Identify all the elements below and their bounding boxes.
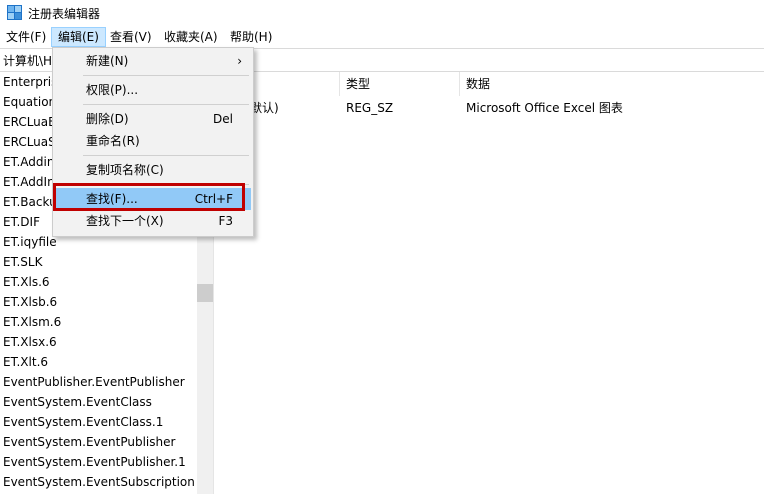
menu-item-shortcut: Del [213,112,233,126]
scrollbar-thumb[interactable] [197,284,213,302]
menu-item-find-next[interactable]: 查找下一个(X) F3 [55,210,251,232]
menu-item-label: 删除(D) [86,112,129,126]
value-data: Microsoft Office Excel 图表 [466,101,623,115]
tree-item[interactable]: ET.Addin [3,152,54,172]
tree-item[interactable]: ET.Xlsb.6 [3,292,57,312]
menu-file[interactable]: 文件(F) [0,28,52,46]
menu-separator [83,75,249,76]
tree-item[interactable]: ET.AddIn [3,172,55,192]
menu-item-label: 查找下一个(X) [86,214,164,228]
tree-item[interactable]: Equation [3,92,56,112]
value-type: REG_SZ [346,101,394,115]
submenu-arrow-icon: › [237,54,242,68]
value-name[interactable]: 默认) [250,98,279,118]
menu-item-shortcut: F3 [218,214,233,228]
menu-separator [83,104,249,105]
menu-item-new[interactable]: 新建(N) › [55,50,251,72]
annotation-highlight-box [53,183,245,211]
column-header-data[interactable]: 数据 [460,72,764,96]
menu-item-copy-key-name[interactable]: 复制项名称(C) [55,159,251,181]
menu-view[interactable]: 查看(V) [104,28,158,46]
tree-item[interactable]: EventSystem.EventSubscription [3,472,195,492]
tree-item[interactable]: EventSystem.EventPublisher.1 [3,452,186,472]
tree-item[interactable]: Enterpris [3,72,57,92]
tree-item[interactable]: EventSystem.EventClass [3,392,152,412]
tree-item[interactable]: ET.Xlsm.6 [3,312,61,332]
tree-item[interactable]: ERCLuaS [3,132,56,152]
menu-item-delete[interactable]: 删除(D) Del [55,108,251,130]
tree-item[interactable]: ET.Xls.6 [3,272,50,292]
menu-item-label: 重命名(R) [86,134,140,148]
tree-item[interactable]: ET.SLK [3,252,42,272]
address-path[interactable]: 计算机\H [3,52,52,69]
tree-item[interactable]: ERCLuaE [3,112,56,132]
menu-item-label: 新建(N) [86,54,129,68]
column-header-type[interactable]: 类型 [340,72,460,96]
values-list[interactable]: 类型 数据 默认) REG_SZ Microsoft Office Excel … [218,72,764,494]
menu-item-label: 复制项名称(C) [86,163,164,177]
menu-help[interactable]: 帮助(H) [224,28,278,46]
title-bar: 注册表编辑器 [0,0,764,26]
registry-editor-icon [7,5,22,20]
tree-item[interactable]: EventPublisher.EventPublisher [3,372,185,392]
menu-bar: 文件(F) 编辑(E) 查看(V) 收藏夹(A) 帮助(H) [0,26,764,48]
menu-favorites[interactable]: 收藏夹(A) [158,28,224,46]
tree-item[interactable]: ET.Xlt.6 [3,352,48,372]
menu-edit[interactable]: 编辑(E) [51,27,106,47]
tree-item[interactable]: ET.Backu [3,192,57,212]
tree-item[interactable]: ET.Xlsx.6 [3,332,57,352]
window-title: 注册表编辑器 [28,7,101,21]
menu-item-permissions[interactable]: 权限(P)... [55,79,251,101]
tree-item[interactable]: EventSystem.EventClass.1 [3,412,163,432]
menu-item-rename[interactable]: 重命名(R) [55,130,251,152]
menu-item-label: 权限(P)... [86,83,139,97]
tree-item[interactable]: ET.DIF [3,212,40,232]
tree-item[interactable]: ET.iqyfile [3,232,57,252]
menu-separator [83,155,249,156]
tree-item[interactable]: EventSystem.EventPublisher [3,432,175,452]
